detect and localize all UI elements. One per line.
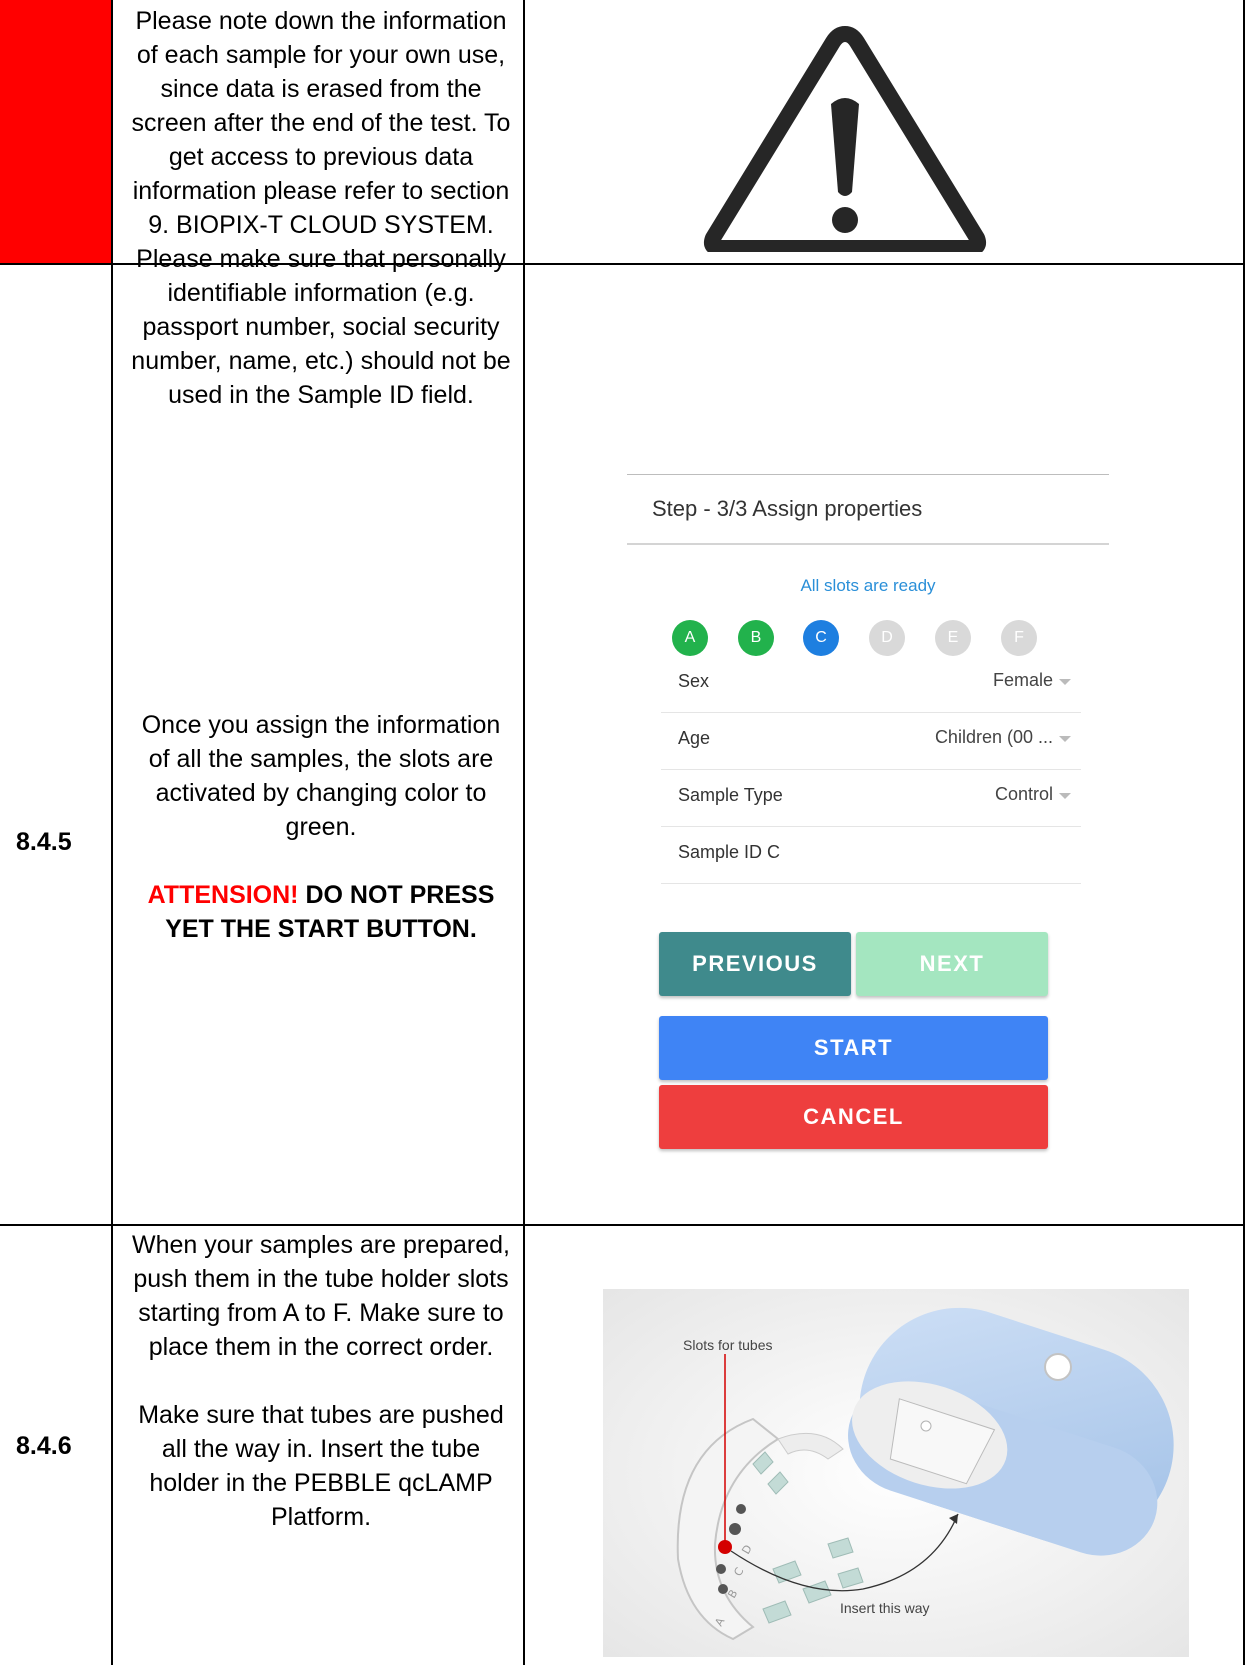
- caret-down-icon: [1059, 793, 1071, 799]
- table-border: [0, 1224, 1245, 1226]
- field-label: Sex: [678, 671, 710, 691]
- slot-f[interactable]: F: [1001, 620, 1037, 656]
- field-label: Sample ID C: [678, 842, 781, 862]
- age-select[interactable]: Age Children (00 ...: [661, 710, 1081, 770]
- slot-d[interactable]: D: [869, 620, 905, 656]
- step-description: Once you assign the information of all t…: [128, 708, 514, 946]
- status-message: All slots are ready: [800, 576, 936, 595]
- warning-color-marker: [0, 0, 112, 263]
- step-paragraph: When your samples are prepared, push the…: [132, 1231, 510, 1361]
- field-value: Children (00 ...: [934, 727, 1053, 747]
- step-number: 8.4.5: [16, 828, 72, 856]
- insert-callout-label: Insert this way: [840, 1600, 930, 1616]
- step-number: 8.4.6: [16, 1432, 72, 1460]
- slot-c[interactable]: C: [803, 620, 839, 656]
- slots-callout-label: Slots for tubes: [683, 1337, 773, 1353]
- attention-note: ATTENSION! DO NOT PRESS YET THE START BU…: [128, 878, 514, 946]
- divider: [627, 543, 1109, 545]
- sex-select[interactable]: Sex Female: [661, 653, 1081, 713]
- start-button[interactable]: START: [659, 1016, 1048, 1080]
- caret-down-icon: [1059, 679, 1071, 685]
- step-paragraph: Once you assign the information of all t…: [141, 711, 501, 841]
- sample-type-select[interactable]: Sample Type Control: [661, 767, 1081, 827]
- field-label: Sample Type: [678, 785, 783, 805]
- caret-down-icon: [1059, 736, 1071, 742]
- warning-icon: [703, 26, 987, 252]
- table-border: [111, 0, 113, 1665]
- page-title: Step - 3/3 Assign properties: [652, 496, 923, 521]
- slot-b[interactable]: B: [738, 620, 774, 656]
- divider: [627, 474, 1109, 475]
- field-label: Age: [678, 728, 711, 748]
- previous-button[interactable]: PREVIOUS: [659, 932, 851, 996]
- cancel-button[interactable]: CANCEL: [659, 1085, 1048, 1149]
- app-screenshot: Step - 3/3 Assign properties All slots a…: [627, 470, 1127, 1170]
- instruction-table: Please note down the information of each…: [0, 0, 1252, 1665]
- slot-e[interactable]: E: [935, 620, 971, 656]
- privacy-paragraph: Please make sure that personally identif…: [131, 245, 511, 409]
- table-border: [523, 0, 525, 1665]
- sample-id-field[interactable]: Sample ID C: [661, 824, 1081, 884]
- warning-text: Please note down the information of each…: [128, 4, 514, 412]
- step-paragraph: Make sure that tubes are pushed all the …: [138, 1401, 504, 1531]
- table-border: [1243, 0, 1245, 1665]
- field-value: Control: [994, 784, 1053, 804]
- attention-label: ATTENSION!: [147, 881, 299, 909]
- next-button[interactable]: NEXT: [856, 932, 1048, 996]
- step-description: When your samples are prepared, push the…: [128, 1228, 514, 1534]
- warning-paragraph: Please note down the information of each…: [131, 7, 511, 239]
- device-illustration: A B C D Slots for tubes Insert this way: [603, 1289, 1189, 1657]
- field-value: Female: [992, 670, 1053, 690]
- slot-a[interactable]: A: [672, 620, 708, 656]
